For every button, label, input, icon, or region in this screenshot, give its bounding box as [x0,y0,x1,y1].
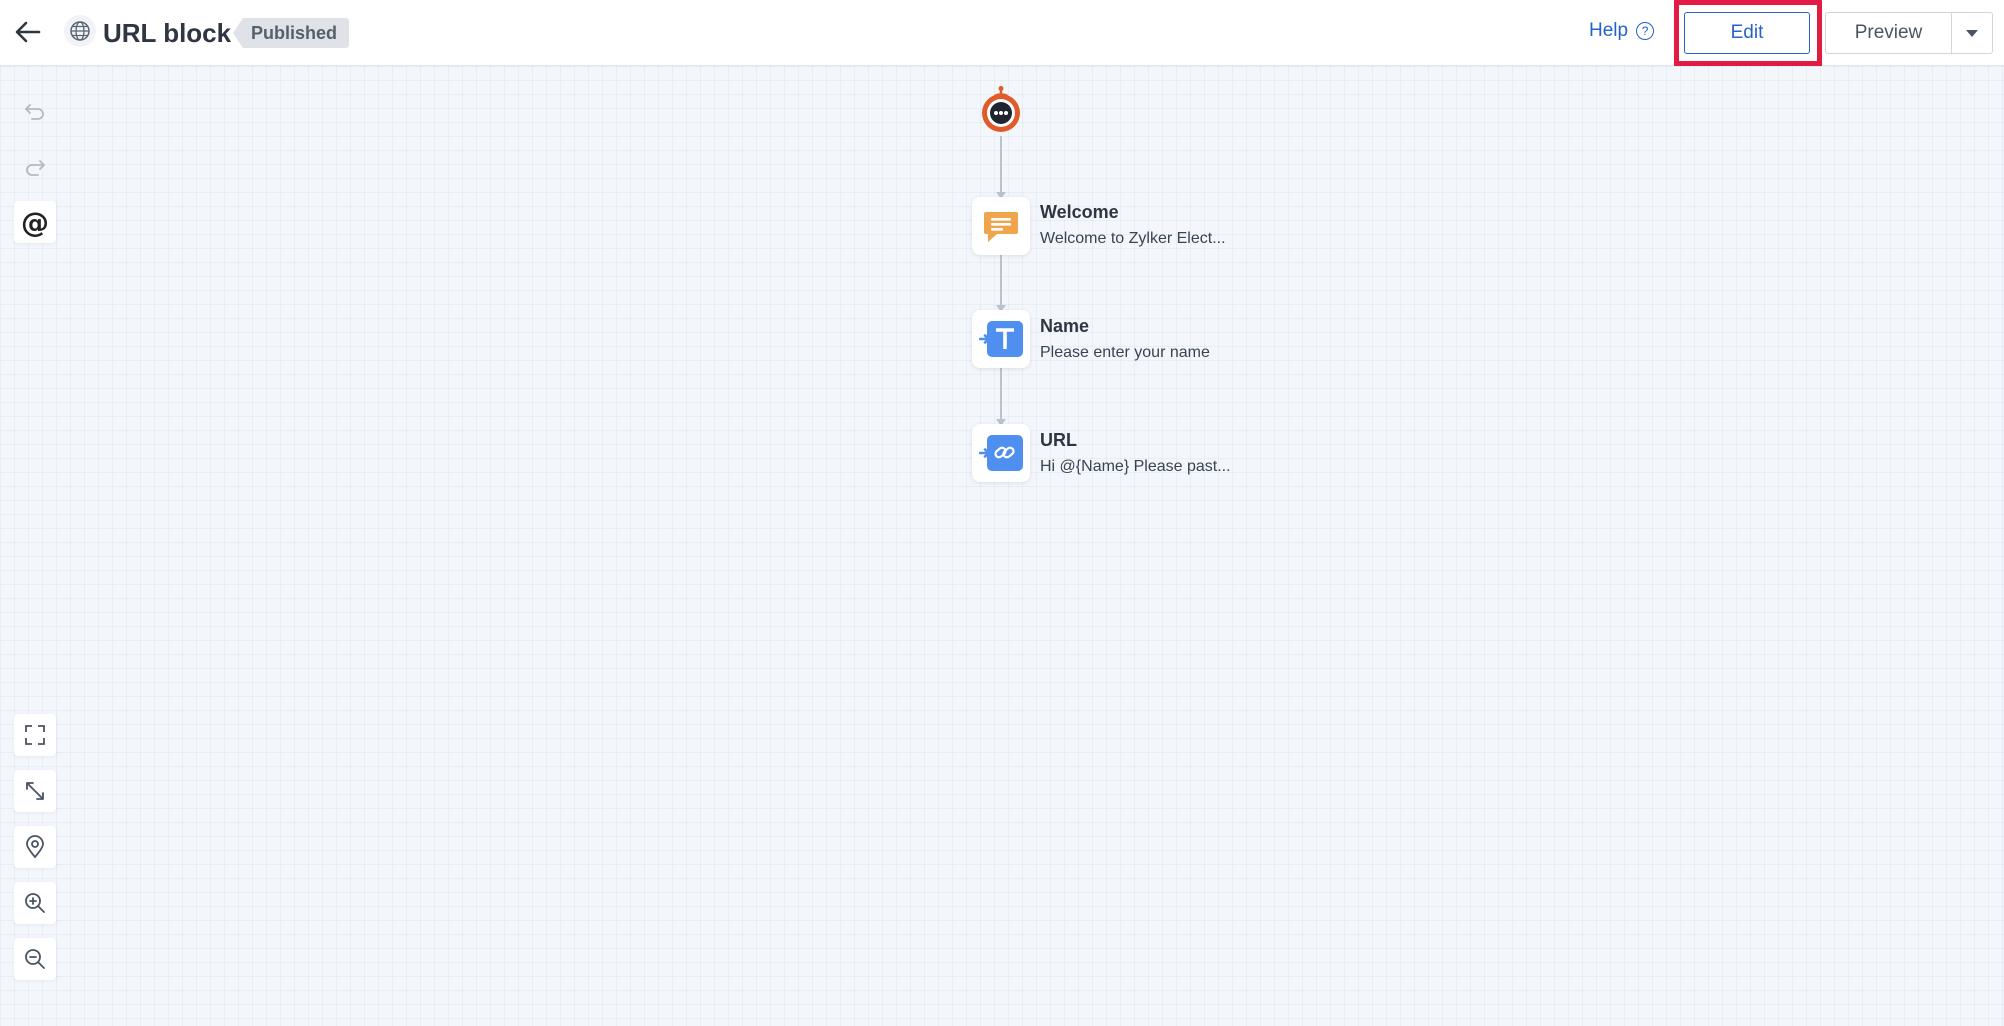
mention-button[interactable]: @ [14,201,56,243]
zoom-in-icon [25,893,45,913]
fullscreen-icon [25,725,45,745]
flow-node-name[interactable] [972,310,1030,368]
message-icon [984,212,1018,242]
start-node[interactable] [980,85,1022,133]
undo-button[interactable] [14,90,56,132]
mention-icon: @ [21,205,49,239]
help-link[interactable]: Help ? [1589,20,1655,42]
locate-button[interactable] [14,826,56,868]
top-bar: URL block Published Help ? Edit Preview [0,0,2004,66]
flow-node-url[interactable] [972,424,1030,482]
node-label: URL [1040,430,1077,450]
redo-icon [26,160,45,176]
fit-view-button[interactable] [14,770,56,812]
node-text: Please enter your name [1040,344,1210,361]
flow-connector [1000,368,1002,419]
fit-view-icon [26,782,44,800]
node-text: Welcome to Zylker Elect... [1040,230,1226,247]
edit-button[interactable]: Edit [1684,12,1810,54]
page-title: URL block [103,18,232,48]
location-pin-icon [26,835,44,859]
chevron-down-icon [1966,29,1978,37]
arrow-left-icon [15,21,41,43]
help-label: Help [1589,20,1629,41]
back-button[interactable] [10,14,46,50]
preview-dropdown-button[interactable] [1951,12,1993,54]
preview-button[interactable]: Preview [1825,12,1951,54]
link-icon [979,435,1023,471]
zoom-in-button[interactable] [14,882,56,924]
flow-connector [1000,255,1002,305]
undo-icon [25,104,44,120]
text-input-icon [979,321,1023,357]
node-label: Name [1040,316,1090,336]
redo-button[interactable] [14,146,56,188]
flow-node-welcome[interactable] [972,197,1030,255]
question-icon: ? [1636,22,1655,40]
bot-icon [982,86,1020,132]
node-label: Welcome [1040,202,1119,222]
status-badge: Published [233,18,350,48]
fullscreen-button[interactable] [14,714,56,756]
zoom-out-button[interactable] [14,938,56,980]
zoom-out-icon [25,949,45,969]
flow-connector [1000,136,1002,192]
node-text: Hi @{Name} Please past... [1040,458,1231,475]
globe-icon [64,15,96,47]
